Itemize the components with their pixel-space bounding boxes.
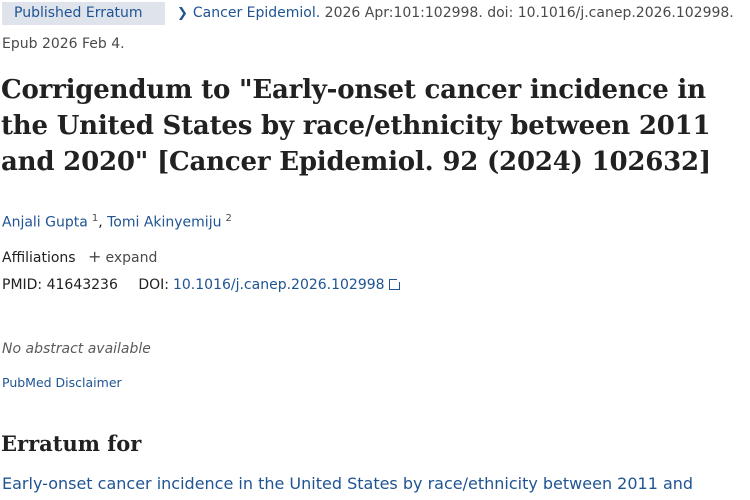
erratum-for-heading: Erratum for xyxy=(1,431,142,456)
affiliations-label: Affiliations xyxy=(2,250,76,266)
erratum-article-link[interactable]: Early-onset cancer incidence in the Unit… xyxy=(2,473,693,495)
journal-link[interactable]: Cancer Epidemiol. xyxy=(193,5,320,21)
external-link-icon xyxy=(388,277,402,290)
identifiers: PMID: 41643236 DOI: 10.1016/j.canep.2026.… xyxy=(2,275,402,295)
page-title: Corrigendum to "Early-onset cancer incid… xyxy=(1,75,712,177)
pmid-label: PMID: xyxy=(2,277,43,293)
plus-icon: + xyxy=(88,247,102,266)
authors-list: Anjali Gupta 1, Tomi Akinyemiju 2 xyxy=(2,213,232,231)
pubmed-disclaimer-link[interactable]: PubMed Disclaimer xyxy=(2,374,122,392)
citation-details: 2026 Apr:101:102998. doi: 10.1016/j.cane… xyxy=(324,5,734,21)
affiliations-toggle[interactable]: Affiliations + expand xyxy=(2,247,157,268)
journal-citation: ❯ Cancer Epidemiol. 2026 Apr:101:102998. … xyxy=(177,2,734,25)
pmid-value: 41643236 xyxy=(46,277,118,293)
published-erratum-badge: Published Erratum xyxy=(2,2,165,25)
citation-row: Published Erratum ❯ Cancer Epidemiol. 202… xyxy=(0,2,750,26)
doi-label: DOI: xyxy=(138,277,169,293)
doi-link[interactable]: 10.1016/j.canep.2026.102998 xyxy=(173,277,385,293)
author-link[interactable]: Tomi Akinyemiju xyxy=(107,215,221,231)
epub-date: Epub 2026 Feb 4. xyxy=(2,36,125,52)
chevron-right-icon: ❯ xyxy=(177,6,188,21)
no-abstract-text: No abstract available xyxy=(2,341,151,357)
affiliation-number[interactable]: 2 xyxy=(225,213,231,224)
expand-button[interactable]: + expand xyxy=(88,247,157,266)
author-link[interactable]: Anjali Gupta xyxy=(2,215,88,231)
